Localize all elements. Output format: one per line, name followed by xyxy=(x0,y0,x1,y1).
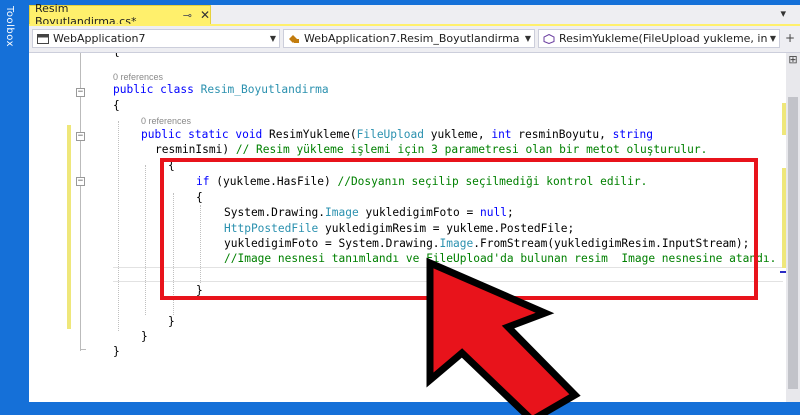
class-name: WebApplication7.Resim_Boyutlandirma xyxy=(304,32,520,45)
collapse-toggle-if[interactable]: − xyxy=(76,177,85,186)
project-name: WebApplication7 xyxy=(53,32,146,45)
tab-resim-boyutlandirma[interactable]: Resim Boyutlandirma.cs* ⊸ ✕ xyxy=(29,2,211,28)
indent-guide xyxy=(118,121,119,331)
collapse-toggle-method[interactable]: − xyxy=(76,132,85,141)
split-view-icon[interactable]: ⊞ xyxy=(787,53,799,67)
pointer-arrow-icon xyxy=(426,257,581,415)
chevron-down-icon[interactable]: ▼ xyxy=(767,34,779,43)
toolbox-label[interactable]: Toolbox xyxy=(4,6,15,47)
chevron-down-icon[interactable]: ▼ xyxy=(267,34,279,43)
project-dropdown[interactable]: WebApplication7 ▼ xyxy=(32,29,280,48)
change-indicator xyxy=(67,125,71,329)
code-line: } xyxy=(168,315,175,328)
code-line-class-declaration: public class Resim_Boyutlandirma xyxy=(113,83,329,96)
outline-guide xyxy=(80,349,86,350)
toolbox-strip[interactable]: Toolbox xyxy=(0,0,29,415)
navigation-bar: WebApplication7 ▼ WebApplication7.Resim_… xyxy=(29,26,800,53)
codelens-references[interactable]: 0 references xyxy=(141,116,191,126)
member-name: ResimYukleme(FileUpload yukleme, int re xyxy=(559,32,767,45)
code-line: } xyxy=(113,345,120,358)
member-dropdown[interactable]: ResimYukleme(FileUpload yukleme, int re … xyxy=(538,29,780,48)
class-dropdown[interactable]: WebApplication7.Resim_Boyutlandirma ▼ xyxy=(283,29,535,48)
indent-guide xyxy=(145,165,146,315)
pin-icon[interactable]: ⊸ xyxy=(183,9,192,22)
chevron-down-icon[interactable]: ▼ xyxy=(522,34,534,43)
close-icon[interactable]: ✕ xyxy=(200,8,210,22)
code-line: } xyxy=(141,330,148,343)
split-window-icon[interactable]: + xyxy=(782,29,798,48)
outline-guide xyxy=(80,53,81,351)
class-icon xyxy=(288,34,300,44)
tab-bar: Resim Boyutlandirma.cs* ⊸ ✕ ▾ xyxy=(29,2,800,28)
collapse-toggle-class[interactable]: − xyxy=(76,88,85,97)
scrollbar-thumb[interactable] xyxy=(788,97,798,389)
codelens-references[interactable]: 0 references xyxy=(113,72,163,82)
code-line-method-declaration: public static void ResimYukleme(FileUplo… xyxy=(141,128,654,141)
tab-list-dropdown-icon[interactable]: ▾ xyxy=(780,7,786,20)
project-icon xyxy=(37,33,49,44)
method-icon xyxy=(543,33,555,44)
code-line: { xyxy=(113,53,120,59)
code-line: { xyxy=(113,99,120,112)
vertical-scrollbar[interactable]: ⊞ xyxy=(786,53,800,402)
code-line-method-continuation: resminIsmi) // Resim yükleme işlemi için… xyxy=(155,143,708,156)
